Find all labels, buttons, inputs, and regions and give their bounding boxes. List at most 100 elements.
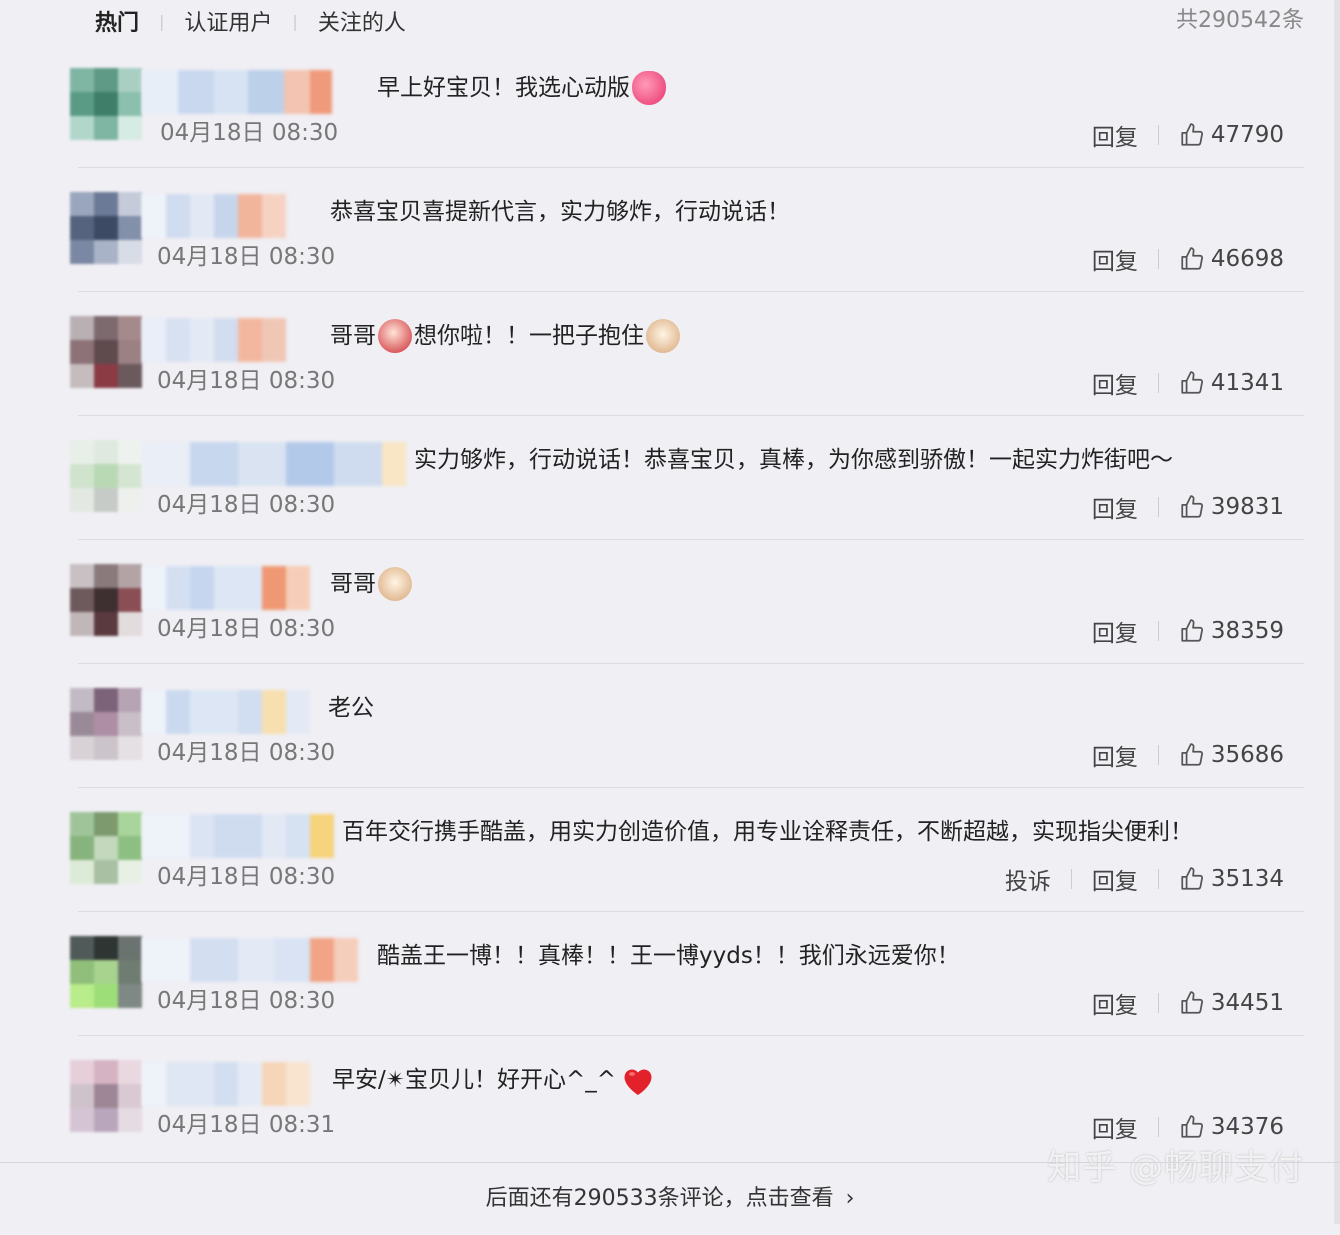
avatar[interactable]	[70, 564, 142, 636]
tab-hot[interactable]: 热门	[95, 5, 139, 37]
reply-button[interactable]: 回复	[1092, 118, 1138, 152]
thumbs-up-icon	[1181, 495, 1203, 518]
avatar-pixel	[94, 464, 118, 488]
comment-timestamp: 04月18日 08:30	[157, 244, 336, 270]
avatar[interactable]	[70, 440, 142, 512]
avatar-pixel	[94, 92, 118, 116]
reply-button[interactable]: 回复	[1092, 614, 1138, 648]
username-pixel	[248, 70, 284, 114]
comment-text-part: 哥哥	[330, 571, 376, 597]
avatar-pixel	[94, 688, 118, 712]
reply-button[interactable]: 回复	[1092, 862, 1138, 896]
complaint-button[interactable]: 投诉	[1005, 862, 1051, 896]
tab-following[interactable]: 关注的人	[318, 5, 406, 37]
username-pixel	[262, 194, 286, 238]
avatar-pixel	[94, 316, 118, 340]
action-divider	[1157, 745, 1159, 765]
comment-text: 酷盖王一博！！真棒！！王一博yyds！！我们永远爱你！	[377, 936, 960, 976]
avatar[interactable]	[70, 68, 142, 140]
username-pixel	[310, 938, 334, 982]
username-blurred[interactable]	[142, 814, 334, 858]
comment-actions: 回复 46698	[1092, 242, 1284, 276]
reply-button[interactable]: 回复	[1092, 986, 1138, 1020]
like-count: 39831	[1210, 494, 1284, 520]
username-pixel	[190, 318, 214, 362]
comment-timestamp: 04月18日 08:30	[157, 492, 336, 518]
avatar-pixel	[70, 340, 94, 364]
avatar-pixel	[118, 1060, 142, 1084]
username-pixel	[142, 442, 190, 486]
tab-verified-users[interactable]: 认证用户	[184, 5, 272, 37]
comment-text-part: 早上好宝贝！我选心动版	[377, 75, 630, 101]
comment-actions: 回复 38359	[1092, 614, 1284, 648]
reply-button[interactable]: 回复	[1092, 738, 1138, 772]
avatar[interactable]	[70, 688, 142, 760]
avatar-pixel	[70, 316, 94, 340]
avatar-pixel	[118, 936, 142, 960]
avatar[interactable]	[70, 316, 142, 388]
username-blurred[interactable]	[142, 566, 310, 610]
like-button[interactable]: 41341	[1179, 370, 1284, 396]
more-comments-label: 后面还有290533条评论，点击查看	[485, 1186, 834, 1211]
avatar-pixel	[118, 688, 142, 712]
avatar-pixel	[70, 216, 94, 240]
username-blurred[interactable]	[142, 938, 358, 982]
avatar-pixel	[94, 68, 118, 92]
username-blurred[interactable]	[142, 442, 406, 486]
heart-pink-emoji	[632, 71, 666, 105]
comment-item: 哥哥 想你啦！！一把子抱住 04月18日 08:30 回复 41341	[0, 292, 1340, 416]
avatar-pixel	[118, 736, 142, 760]
thumbs-up-icon	[1181, 867, 1203, 890]
avatar[interactable]	[70, 1060, 142, 1132]
username-pixel	[214, 194, 238, 238]
comment-text: 早安/✴宝贝儿！好开心^_^	[332, 1060, 656, 1100]
avatar-pixel	[94, 836, 118, 860]
username-pixel	[238, 318, 262, 362]
like-button[interactable]: 35134	[1179, 866, 1284, 892]
avatar[interactable]	[70, 192, 142, 264]
avatar-pixel	[94, 812, 118, 836]
comment-text-part: 哥哥	[330, 323, 376, 349]
avatar-pixel	[118, 68, 142, 92]
username-pixel	[286, 442, 334, 486]
avatar[interactable]	[70, 936, 142, 1008]
username-blurred[interactable]	[142, 194, 286, 238]
comment-actions: 回复 34376	[1092, 1110, 1284, 1144]
more-comments-link[interactable]: 后面还有290533条评论，点击查看 ›	[0, 1162, 1340, 1225]
like-button[interactable]: 35686	[1179, 742, 1284, 768]
like-button[interactable]: 34451	[1179, 990, 1284, 1016]
username-blurred[interactable]	[142, 70, 332, 114]
like-button[interactable]: 34376	[1179, 1114, 1284, 1140]
thumbs-up-icon	[1181, 619, 1203, 642]
username-pixel	[310, 814, 334, 858]
like-button[interactable]: 38359	[1179, 618, 1284, 644]
like-count: 34376	[1210, 1114, 1284, 1140]
avatar-pixel	[118, 984, 142, 1008]
reply-button[interactable]: 回复	[1092, 242, 1138, 276]
reply-button[interactable]: 回复	[1092, 366, 1138, 400]
username-pixel	[190, 442, 238, 486]
comment-text-part: 恭喜宝贝喜提新代言，实力够炸，行动说话！	[330, 199, 790, 225]
reply-button[interactable]: 回复	[1092, 490, 1138, 524]
comment-text: 百年交行携手酷盖，用实力创造价值，用专业诠释责任，不断超越，实现指尖便利！	[342, 812, 1193, 852]
comment-text-part: 百年交行携手酷盖，用实力创造价值，用专业诠释责任，不断超越，实现指尖便利！	[342, 819, 1193, 845]
avatar-pixel	[94, 216, 118, 240]
avatar-pixel	[118, 564, 142, 588]
username-pixel	[238, 690, 262, 734]
like-button[interactable]: 46698	[1179, 246, 1284, 272]
username-pixel	[142, 1062, 166, 1106]
like-button[interactable]: 39831	[1179, 494, 1284, 520]
username-blurred[interactable]	[142, 1062, 310, 1106]
avatar-pixel	[70, 812, 94, 836]
avatar[interactable]	[70, 812, 142, 884]
avatar-pixel	[118, 836, 142, 860]
like-button[interactable]: 47790	[1179, 122, 1284, 148]
avatar-pixel	[118, 860, 142, 884]
username-pixel	[214, 318, 238, 362]
comment-item: 哥哥 04月18日 08:30 回复 38359	[0, 540, 1340, 664]
username-pixel	[166, 318, 190, 362]
avatar-pixel	[118, 812, 142, 836]
username-blurred[interactable]	[142, 690, 310, 734]
reply-button[interactable]: 回复	[1092, 1110, 1138, 1144]
username-blurred[interactable]	[142, 318, 286, 362]
